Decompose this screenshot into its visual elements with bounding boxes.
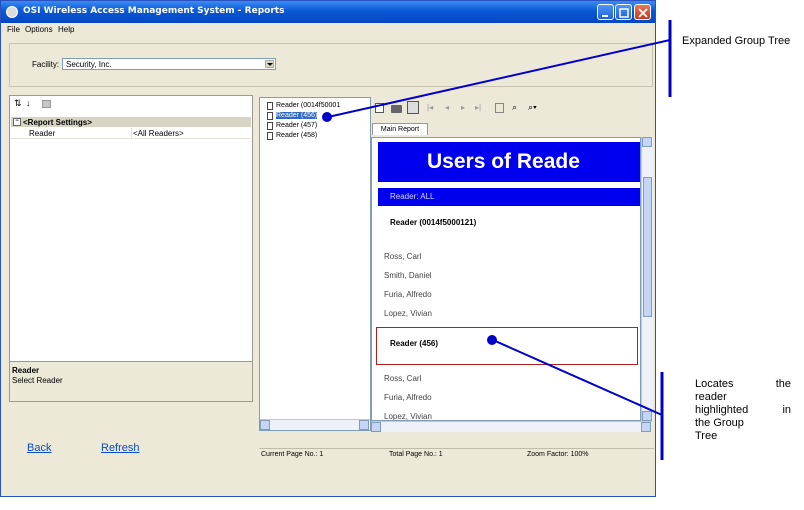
callout-dot-bottom [487, 335, 497, 345]
callout-dot-top [322, 112, 332, 122]
annotation-word: highlighted [695, 404, 749, 416]
callout-line-bottom [492, 339, 663, 416]
annotation-word: Locates [695, 378, 734, 390]
annotation-word: the Group [695, 417, 744, 429]
annotation-word: the [775, 378, 791, 390]
annotation-word: Tree [695, 430, 718, 442]
annotation-locates-reader: Locates the reader highlighted in the Grou… [695, 378, 791, 443]
callout-line-top [327, 39, 671, 118]
annotation-expanded-tree: Expanded Group Tree [682, 35, 791, 47]
annotation-word: reader [695, 391, 727, 403]
callout-layer [322, 20, 672, 460]
annotation-word: in [782, 404, 791, 416]
